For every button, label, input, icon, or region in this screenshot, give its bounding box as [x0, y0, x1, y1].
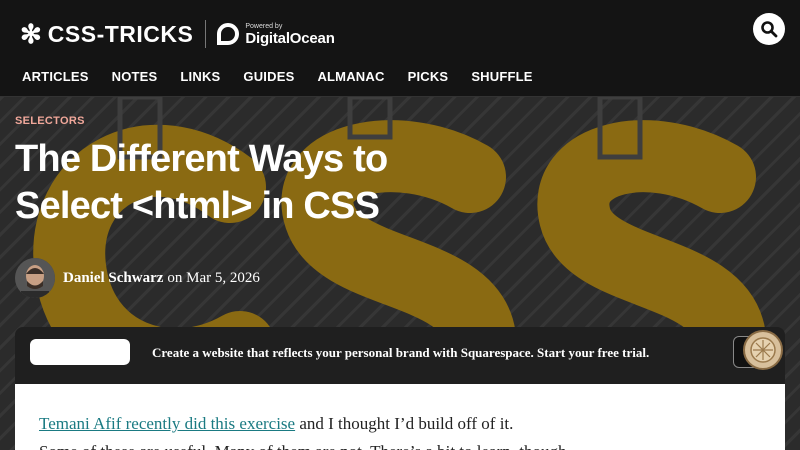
publish-date: on Mar 5, 2026	[167, 269, 260, 286]
search-button[interactable]	[753, 13, 785, 45]
category-eyebrow[interactable]: SELECTORS	[15, 115, 85, 127]
ad-banner[interactable]: Create a website that reflects your pers…	[15, 327, 785, 384]
nav-shuffle[interactable]: SHUFFLE	[471, 69, 532, 84]
author-avatar-illustration	[15, 258, 55, 298]
nav-guides[interactable]: GUIDES	[243, 69, 294, 84]
cookie-icon	[750, 337, 776, 363]
star-logo-icon: ✻	[20, 19, 42, 49]
nav-links[interactable]: LINKS	[180, 69, 220, 84]
avatar[interactable]	[15, 258, 55, 298]
article-body: Temani Afif recently did this exercise a…	[15, 384, 785, 450]
article-title-line-2: Select <html> in CSS	[15, 185, 380, 227]
ad-badge-icon[interactable]	[743, 330, 783, 370]
powered-by-label: Powered by	[245, 22, 283, 30]
sponsor-logo[interactable]: Powered by DigitalOcean	[217, 22, 335, 47]
author-name[interactable]: Daniel Schwarz	[63, 270, 163, 287]
intro-link[interactable]: Temani Afif recently did this exercise	[39, 414, 295, 433]
nav-notes[interactable]: NOTES	[112, 69, 158, 84]
sponsor-name: DigitalOcean	[245, 29, 335, 47]
intro-paragraph: Temani Afif recently did this exercise a…	[39, 414, 513, 434]
nav-articles[interactable]: ARTICLES	[22, 69, 89, 84]
logo-group[interactable]: ✻ CSS-TRICKS Powered by DigitalOcean	[20, 18, 335, 50]
nav-picks[interactable]: PICKS	[408, 69, 449, 84]
byline: Daniel Schwarz on Mar 5, 2026	[15, 258, 260, 298]
intro-rest-text: and I thought I’d build off of it.	[295, 414, 514, 433]
digitalocean-icon	[217, 23, 240, 45]
search-icon	[761, 21, 778, 38]
article-title-line-1: The Different Ways to	[15, 138, 388, 180]
article-title: The Different Ways to Select <html> in C…	[15, 136, 535, 230]
main-nav: ARTICLES NOTES LINKS GUIDES ALMANAC PICK…	[22, 69, 556, 84]
nav-almanac[interactable]: ALMANAC	[317, 69, 384, 84]
second-paragraph: Some of these are useful. Many of them a…	[39, 442, 571, 450]
site-logo-text[interactable]: CSS-TRICKS	[48, 21, 194, 48]
logo-divider	[205, 20, 207, 48]
ad-text[interactable]: Create a website that reflects your pers…	[152, 345, 649, 361]
ad-logo[interactable]	[30, 339, 130, 365]
site-header: ✻ CSS-TRICKS Powered by DigitalOcean ART…	[0, 0, 800, 97]
